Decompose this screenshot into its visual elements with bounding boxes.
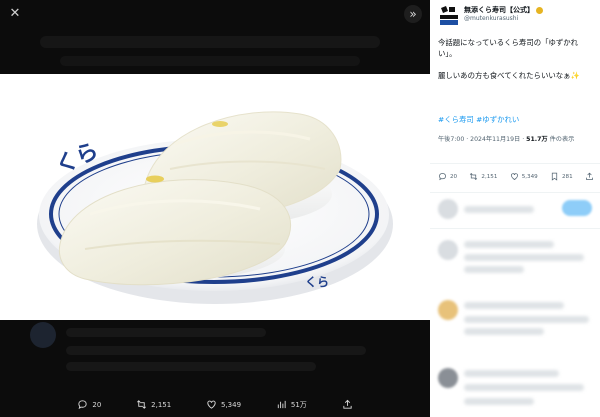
reply-button[interactable]: 20 (438, 172, 457, 181)
retweet-icon (470, 172, 478, 181)
author-handle[interactable]: @mutenkurasushi (464, 15, 518, 22)
author-name-row[interactable]: 無添くら寿司【公式】 (464, 5, 543, 15)
reply-avatar[interactable] (438, 368, 458, 388)
blurred-reply-line (464, 398, 534, 405)
viewer-retweet-count: 2,151 (151, 400, 172, 409)
divider (430, 228, 600, 229)
tweet-text-line: 今話題になっているくら寿司の「ゆずかれい」。 (438, 38, 579, 58)
background-ghost-line (66, 346, 366, 355)
bookmark-icon (551, 172, 558, 181)
like-count: 5,349 (521, 173, 538, 180)
viewer-retweet-button[interactable]: 2,151 (136, 399, 171, 410)
blurred-reply-line (464, 328, 544, 335)
tweet-action-bar: 20 2,151 5,349 281 (438, 172, 594, 181)
blurred-reply-line (464, 302, 564, 309)
divider (430, 163, 600, 164)
share-icon (342, 399, 352, 409)
blurred-reply-line (464, 316, 589, 323)
expand-icon: » (409, 7, 417, 21)
tweet-text-line: 麗しいあの方も食べてくれたらいいなぁ✨ (438, 71, 580, 80)
composer-avatar (438, 199, 458, 219)
expand-button[interactable]: » (404, 5, 422, 23)
divider (430, 192, 600, 193)
retweet-count: 2,151 (481, 173, 498, 180)
viewer-share-button[interactable] (342, 399, 353, 410)
viewer-reply-count: 20 (92, 400, 102, 409)
verified-badge-icon (536, 6, 543, 14)
views-count: 51.7万 (526, 136, 548, 143)
viewer-action-bar: 20 2,151 5,349 51万 (0, 392, 430, 417)
sushi-photo: くら くら (0, 74, 430, 320)
background-ghost-line (66, 362, 316, 371)
author-name[interactable]: 無添くら寿司【公式】 (464, 5, 534, 15)
media-viewer: ✕ » くら くら 20 2,151 5,349 51万 (0, 0, 430, 417)
close-icon: ✕ (9, 6, 21, 21)
viewer-views-button[interactable]: 51万 (276, 399, 307, 410)
blurred-reply-line (464, 370, 559, 377)
tweet-meta: 午後7:00 · 2024年11月19日 · 51.7万 件の表示 (438, 135, 596, 145)
like-icon (207, 400, 216, 409)
reply-avatar[interactable] (438, 240, 458, 260)
like-button[interactable]: 5,349 (510, 172, 538, 181)
viewer-views-count: 51万 (290, 400, 307, 409)
views-icon (277, 400, 286, 409)
blurred-composer-placeholder (464, 206, 534, 213)
background-ghost-row (40, 36, 380, 48)
blurred-reply-line (464, 384, 584, 391)
tweet-pane: 無添くら寿司【公式】 @mutenkurasushi 今話題になっているくら寿司… (430, 0, 600, 417)
tweet-hashtags[interactable]: #くら寿司 #ゆずかれい (438, 114, 519, 125)
tweet-timestamp[interactable]: 午後7:00 · 2024年11月19日 · (438, 136, 526, 143)
blurred-reply-line (464, 241, 554, 248)
views-suffix: 件の表示 (547, 136, 575, 143)
bookmark-button[interactable]: 281 (550, 172, 573, 181)
svg-text:くら: くら (305, 275, 329, 289)
share-icon (586, 172, 593, 180)
kura-logo-avatar[interactable] (438, 4, 460, 26)
viewer-like-count: 5,349 (221, 400, 242, 409)
reply-icon (78, 400, 88, 410)
share-button[interactable] (585, 172, 594, 181)
retweet-icon (137, 400, 147, 409)
reply-avatar[interactable] (438, 300, 458, 320)
reply-submit-button[interactable] (562, 200, 592, 216)
reply-icon (439, 173, 446, 181)
background-ghost-row (60, 56, 360, 66)
close-button[interactable]: ✕ (6, 5, 24, 23)
like-icon (510, 173, 518, 180)
blurred-reply-line (464, 254, 584, 261)
background-ghost-line (66, 328, 266, 337)
bookmark-count: 281 (562, 173, 573, 180)
tweet-text: 今話題になっているくら寿司の「ゆずかれい」。 麗しいあの方も食べてくれたらいいな… (438, 37, 594, 92)
background-ghost-avatar (30, 322, 56, 348)
retweet-button[interactable]: 2,151 (469, 172, 497, 181)
blurred-reply-line (464, 266, 524, 273)
viewer-like-button[interactable]: 5,349 (206, 399, 241, 410)
reply-count: 20 (450, 173, 458, 180)
viewer-reply-button[interactable]: 20 (77, 399, 101, 410)
